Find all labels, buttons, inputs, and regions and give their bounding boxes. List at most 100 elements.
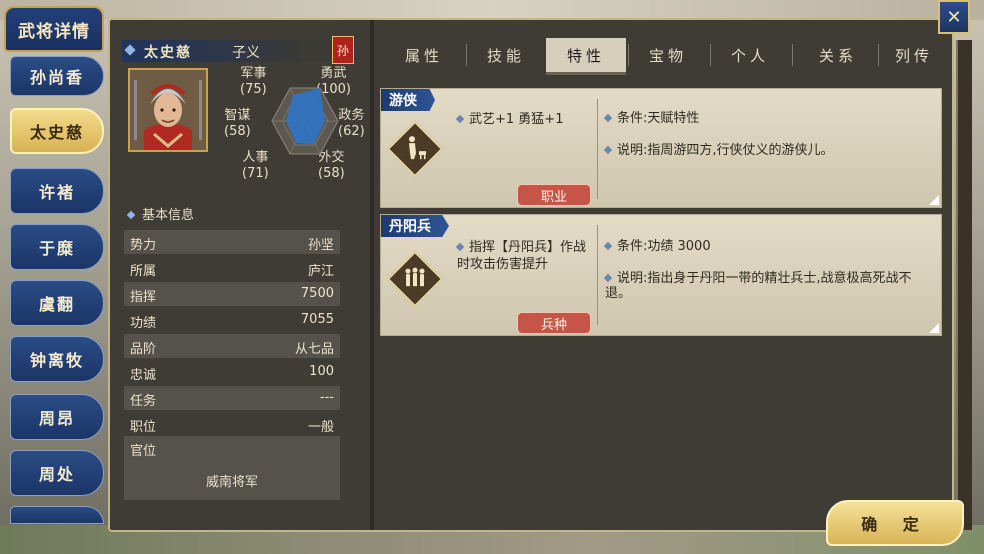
faction-seal: 孙 bbox=[332, 36, 354, 64]
stat-value: (71) bbox=[242, 166, 269, 181]
sidebar-item-zhonglimu[interactable]: 钟离牧 bbox=[10, 336, 104, 382]
tab-attributes[interactable]: 属性 bbox=[384, 38, 464, 72]
tab-relations[interactable]: 关系 bbox=[798, 38, 878, 72]
trait-card: 游侠 武艺+1 勇猛+1 条件:天赋特性 说明:指周游四方,行侠仗义的游侠儿。 … bbox=[380, 88, 942, 208]
trait-icon bbox=[386, 250, 444, 308]
stat-value: (75) bbox=[240, 82, 267, 97]
diamond-icon bbox=[124, 44, 136, 56]
diamond-icon bbox=[126, 210, 136, 220]
ranger-icon bbox=[409, 136, 426, 160]
trait-condition-text: 条件:功绩 3000 bbox=[617, 239, 711, 254]
info-row: 品阶 从七品 bbox=[124, 334, 340, 358]
stat-personnel: 人事 (71) bbox=[242, 150, 269, 182]
diamond-icon bbox=[455, 242, 465, 252]
stat-politics: 政务 (62) bbox=[338, 108, 365, 140]
stat-label: 政务 bbox=[338, 108, 365, 123]
close-icon: ✕ bbox=[946, 6, 962, 28]
stat-label: 人事 bbox=[242, 150, 269, 165]
info-value: 100 bbox=[309, 364, 334, 379]
general-portrait bbox=[128, 68, 208, 152]
tab-traits[interactable]: 特性 bbox=[546, 38, 626, 75]
trait-description: 说明:指周游四方,行侠仗义的游侠儿。 bbox=[603, 143, 925, 158]
card-separator bbox=[597, 225, 598, 325]
general-courtesy-name: 子义 bbox=[232, 45, 260, 61]
info-row: 忠诚 100 bbox=[124, 360, 340, 384]
sidebar-item-zhouchu[interactable]: 周处 bbox=[10, 450, 104, 496]
trait-condition: 条件:功绩 3000 bbox=[603, 239, 925, 254]
trait-effect: 指挥【丹阳兵】作战时攻击伤害提升 bbox=[455, 239, 587, 273]
background-scenery-top bbox=[0, 0, 984, 20]
sidebar-item-partial[interactable] bbox=[10, 506, 104, 524]
sidebar-item-sunshangxiang[interactable]: 孙尚香 bbox=[10, 56, 104, 96]
diamond-icon bbox=[603, 113, 613, 123]
info-key: 忠诚 bbox=[130, 368, 157, 383]
tab-treasures[interactable]: 宝物 bbox=[628, 38, 708, 72]
soldiers-icon bbox=[405, 267, 425, 287]
panel-divider bbox=[370, 20, 374, 530]
info-key: 功绩 bbox=[130, 316, 157, 331]
stat-label: 勇武 bbox=[320, 66, 347, 81]
info-key: 所属 bbox=[130, 264, 157, 279]
stat-label: 军事 bbox=[240, 66, 267, 81]
confirm-button[interactable]: 确 定 bbox=[826, 500, 964, 546]
sidebar-item-label: 太史慈 bbox=[29, 123, 84, 142]
stat-strategy: 智谋 (58) bbox=[224, 108, 251, 140]
card-separator bbox=[597, 99, 598, 199]
detail-tabs: 属性 技能 特性 宝物 个人 关系 列传 bbox=[384, 38, 940, 75]
info-value: 孙坚 bbox=[307, 238, 334, 253]
office-title: 威南将军 bbox=[124, 460, 340, 500]
general-name-bar: 太史慈 子义 bbox=[122, 40, 358, 62]
info-row: 职位 一般 bbox=[124, 412, 340, 436]
sidebar-item-label: 周处 bbox=[38, 465, 75, 484]
trait-description-text: 说明:指周游四方,行侠仗义的游侠儿。 bbox=[617, 143, 834, 158]
sidebar-item-zhouang[interactable]: 周昂 bbox=[10, 394, 104, 440]
sidebar-item-xuchu[interactable]: 许褚 bbox=[10, 168, 104, 214]
stat-radar-chart bbox=[271, 87, 339, 155]
sidebar-item-yufan[interactable]: 虞翻 bbox=[10, 280, 104, 326]
tab-biography[interactable]: 列传 bbox=[874, 38, 954, 72]
stat-value: (58) bbox=[224, 124, 251, 139]
trait-category-badge: 职业 bbox=[517, 184, 591, 206]
sidebar-item-label: 孙尚香 bbox=[29, 68, 84, 87]
trait-condition-text: 条件:天赋特性 bbox=[617, 111, 700, 126]
stat-value: (58) bbox=[318, 166, 345, 181]
sidebar-item-label: 周昂 bbox=[38, 409, 75, 428]
sidebar-item-label: 许褚 bbox=[38, 183, 75, 202]
sidebar-item-label: 于糜 bbox=[38, 239, 75, 258]
trait-name: 丹阳兵 bbox=[381, 215, 449, 237]
info-key: 官位 bbox=[130, 444, 157, 459]
diamond-icon bbox=[603, 241, 613, 251]
trait-card: 丹阳兵 指挥【丹阳兵】作战时攻击伤害提升 条件:功绩 3000 说明:指出身于丹… bbox=[380, 214, 942, 336]
info-value: 从七品 bbox=[294, 342, 334, 357]
close-button[interactable]: ✕ bbox=[938, 0, 970, 34]
info-row: 功绩 7055 bbox=[124, 308, 340, 332]
trait-name: 游侠 bbox=[381, 89, 435, 111]
trait-category-badge: 兵种 bbox=[517, 312, 591, 334]
stat-label: 智谋 bbox=[224, 108, 251, 123]
sidebar-item-taishici[interactable]: 太史慈 bbox=[10, 108, 104, 154]
info-row: 势力 孙坚 bbox=[124, 230, 340, 254]
basic-info-heading: 基本信息 bbox=[124, 204, 194, 223]
trait-effect-text: 武艺+1 勇猛+1 bbox=[469, 112, 564, 127]
decorative-rail bbox=[956, 40, 972, 530]
stat-military: 军事 (75) bbox=[240, 66, 267, 98]
tab-separator bbox=[792, 44, 793, 66]
trait-icon bbox=[386, 120, 444, 178]
info-key: 指挥 bbox=[130, 290, 157, 305]
diamond-icon bbox=[455, 114, 465, 124]
info-value: 一般 bbox=[307, 420, 334, 435]
info-row: 指挥 7500 bbox=[124, 282, 340, 306]
general-list-sidebar: 孙尚香 太史慈 许褚 于糜 虞翻 钟离牧 周昂 周处 bbox=[10, 56, 106, 524]
info-row: 所属 庐江 bbox=[124, 256, 340, 280]
sidebar-item-yumi[interactable]: 于糜 bbox=[10, 224, 104, 270]
info-key: 品阶 bbox=[130, 342, 157, 357]
stat-value: (62) bbox=[338, 124, 365, 139]
trait-description-text: 说明:指出身于丹阳一带的精壮兵士,战意极高死战不退。 bbox=[605, 271, 912, 301]
tab-personal[interactable]: 个人 bbox=[710, 38, 790, 72]
info-row: 任务 --- bbox=[124, 386, 340, 410]
tab-skills[interactable]: 技能 bbox=[466, 38, 546, 72]
info-key: 职位 bbox=[130, 420, 157, 435]
info-row: 官位 bbox=[124, 436, 340, 460]
diamond-icon bbox=[603, 145, 613, 155]
trait-effect: 武艺+1 勇猛+1 bbox=[455, 111, 587, 128]
